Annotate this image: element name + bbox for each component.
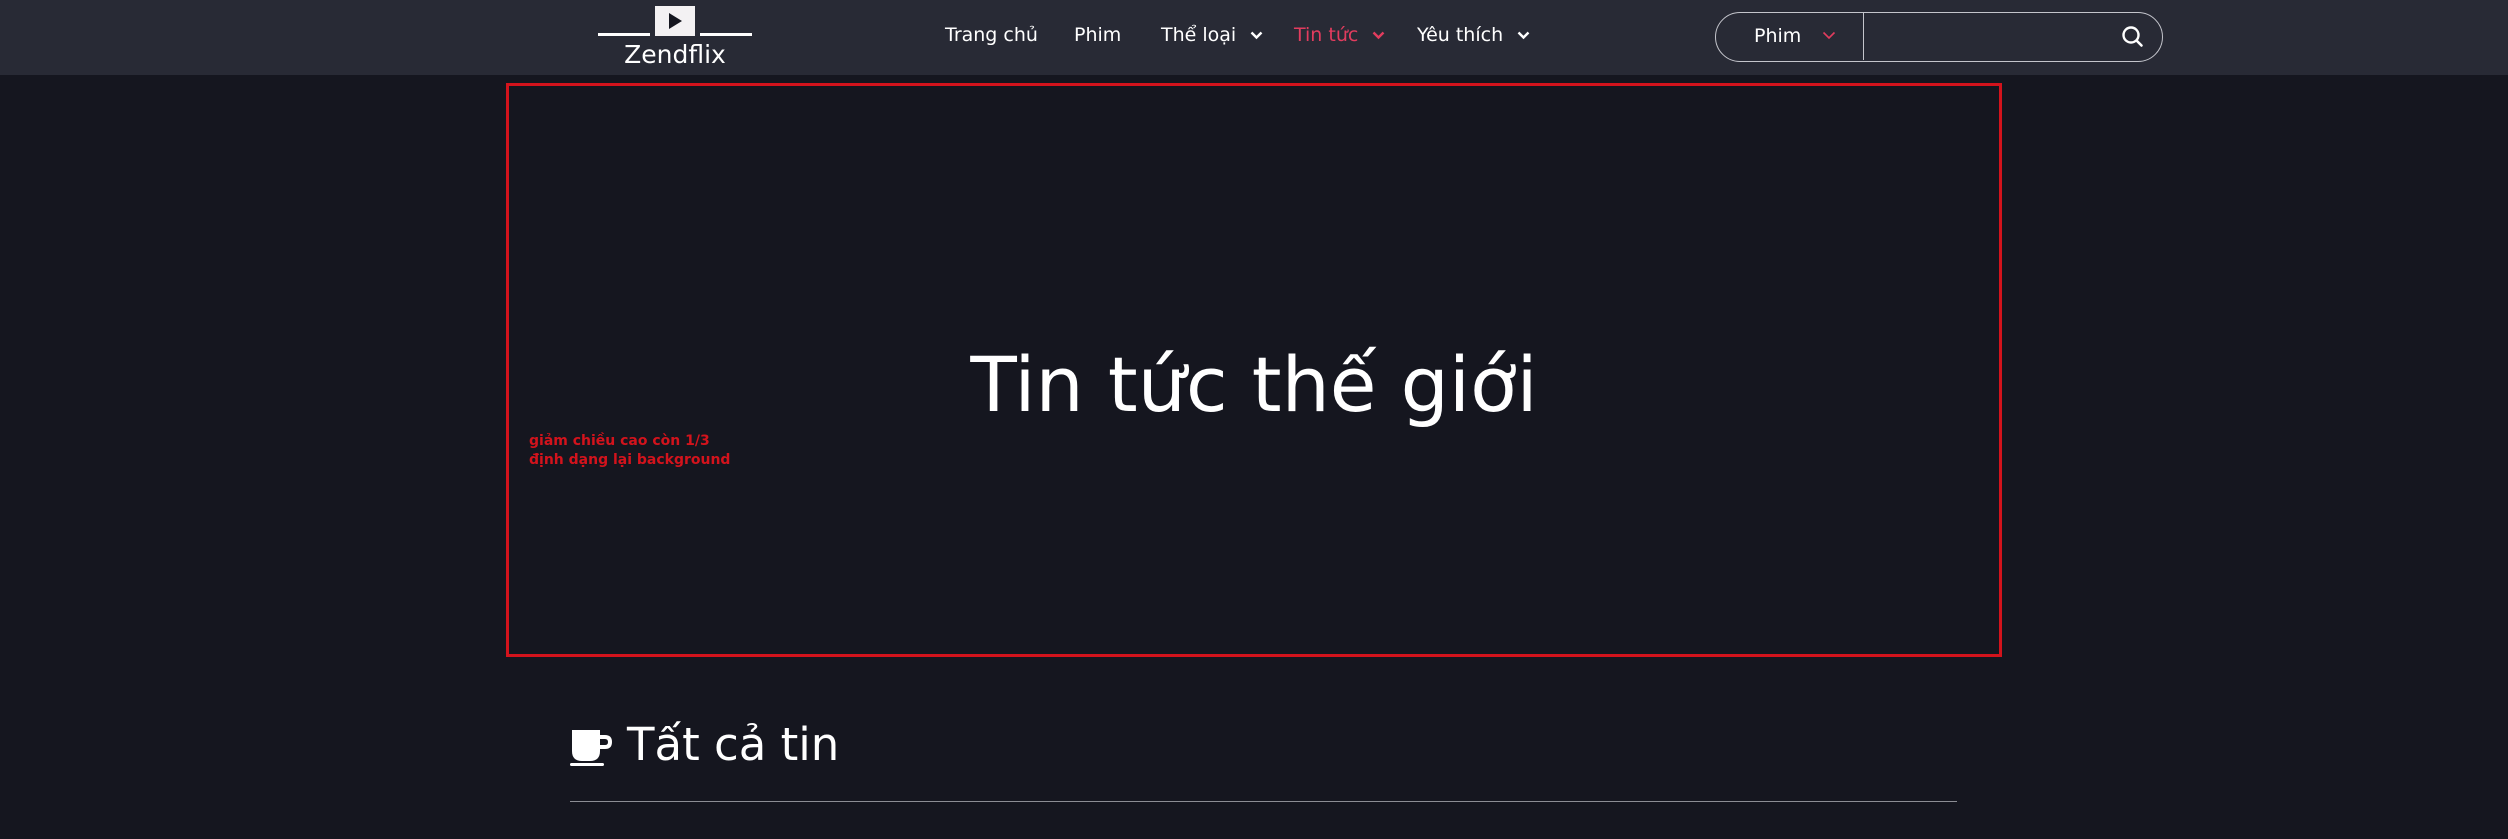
design-note-line: định dạng lại background xyxy=(529,452,731,468)
coffee-cup-icon xyxy=(570,730,612,766)
search-category-select[interactable]: Phim xyxy=(1716,13,1864,60)
section-title: Tất cả tin xyxy=(627,718,840,771)
chevron-down-icon xyxy=(1373,31,1385,40)
chevron-down-icon xyxy=(1250,31,1263,40)
hero-banner: Tin tức thế giới giảm chiều cao còn 1/3 … xyxy=(506,83,2002,657)
chevron-down-icon xyxy=(1822,31,1836,40)
nav-item-label: Thể loại xyxy=(1161,24,1237,46)
search-bar: Phim xyxy=(1715,12,2163,62)
design-note: giảm chiều cao còn 1/3 định dạng lại bac… xyxy=(529,432,730,470)
nav-item-movies[interactable]: Phim xyxy=(1074,24,1121,46)
nav-item-label: Tin tức xyxy=(1294,24,1359,46)
design-note-line: giảm chiều cao còn 1/3 xyxy=(529,433,710,449)
hero-title: Tin tức thế giới xyxy=(970,340,1538,429)
search-input[interactable] xyxy=(1872,17,2112,57)
nav-item-label: Trang chủ xyxy=(945,24,1038,46)
top-navbar: Zendflix Trang chủ Phim Thể loại Tin tức xyxy=(0,0,2508,75)
nav-item-genres[interactable]: Thể loại xyxy=(1161,24,1263,46)
nav-item-news[interactable]: Tin tức xyxy=(1294,24,1385,46)
search-icon[interactable] xyxy=(2120,24,2146,50)
nav-item-label: Yêu thích xyxy=(1417,24,1504,46)
brand-name: Zendflix xyxy=(624,40,726,69)
brand-logo[interactable]: Zendflix xyxy=(598,4,752,70)
section-divider xyxy=(570,801,1957,802)
nav-item-favorites[interactable]: Yêu thích xyxy=(1417,24,1530,46)
nav-item-label: Phim xyxy=(1074,24,1122,46)
play-logo-icon xyxy=(598,6,752,36)
search-category-label: Phim xyxy=(1754,25,1802,47)
page: Zendflix Trang chủ Phim Thể loại Tin tức xyxy=(0,0,2508,839)
nav-item-home[interactable]: Trang chủ xyxy=(945,24,1038,46)
chevron-down-icon xyxy=(1517,31,1530,40)
